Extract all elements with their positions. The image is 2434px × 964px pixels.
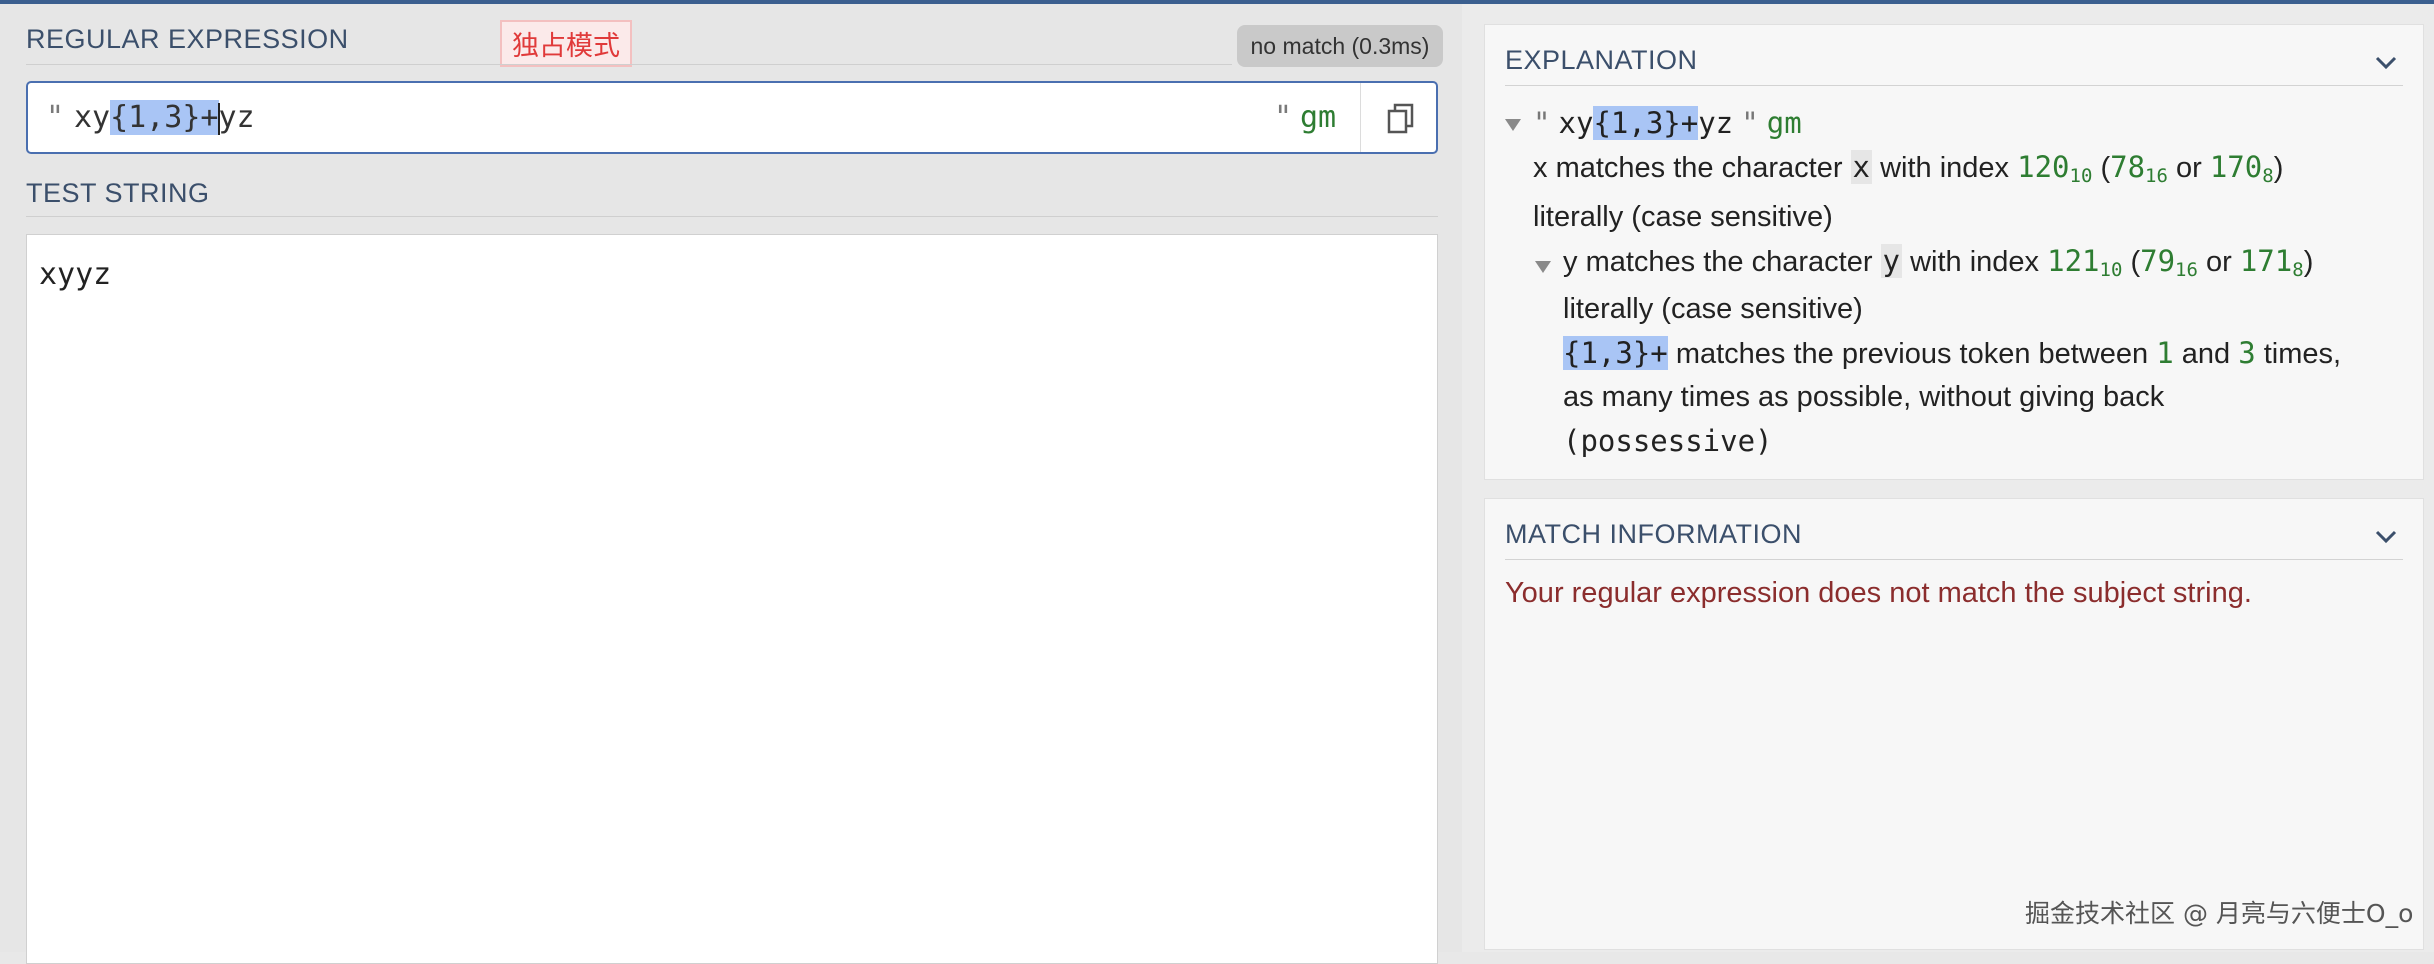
- quantifier-max: 3: [2238, 336, 2256, 370]
- explanation-x-line2: literally (case sensitive): [1533, 201, 1833, 233]
- quantifier-min: 1: [2156, 336, 2174, 370]
- y-text1: matches the character: [1585, 246, 1873, 278]
- explanation-card: EXPLANATION " xy{1,3}+yz " gm x matches …: [1484, 24, 2424, 480]
- y-text2: with index: [1910, 246, 2040, 278]
- quantifier-text2: times,: [2263, 338, 2342, 370]
- y-char: y: [1880, 244, 1903, 278]
- root-flags: gm: [1766, 106, 1802, 140]
- y-dec: 121: [2047, 244, 2100, 278]
- explanation-x-line1: x matches the character x with index 120…: [1533, 150, 2284, 187]
- explanation-y-line1: y matches the character y with index 121…: [1563, 244, 2314, 281]
- copy-button[interactable]: [1384, 101, 1418, 135]
- chevron-down-icon: [2375, 56, 2397, 70]
- x-token: x: [1533, 152, 1548, 184]
- regex-delimiter-close: ": [1274, 100, 1293, 135]
- y-hex: 79: [2140, 244, 2176, 278]
- root-pattern-suffix: yz: [1698, 106, 1734, 140]
- x-char: x: [1850, 150, 1873, 184]
- chevron-down-icon: [2375, 530, 2397, 544]
- y-or: or: [2205, 246, 2232, 278]
- test-string-input[interactable]: xyyz: [26, 234, 1438, 964]
- regex-delimiter-open: ": [46, 100, 65, 135]
- x-text2: with index: [1880, 152, 2010, 184]
- match-status-badge: no match (0.3ms): [1237, 25, 1443, 67]
- match-information-title: MATCH INFORMATION: [1505, 519, 1802, 549]
- triangle-down-icon[interactable]: [1505, 119, 1521, 131]
- match-result-message: Your regular expression does not match t…: [1505, 577, 2252, 609]
- copy-divider: [1360, 83, 1361, 152]
- root-quote-open: ": [1533, 106, 1551, 140]
- explanation-root: " xy{1,3}+yz " gm: [1533, 105, 1802, 142]
- test-string-section-title: TEST STRING: [26, 178, 210, 208]
- match-information-divider: [1505, 559, 2403, 560]
- regex-title-divider: [26, 64, 1232, 65]
- y-token: y: [1563, 246, 1578, 278]
- test-title-divider: [26, 216, 1438, 217]
- quantifier-and: and: [2181, 338, 2231, 370]
- explanation-quantifier-line3: (possessive): [1563, 424, 1773, 458]
- match-information-collapse-button[interactable]: [2373, 523, 2399, 549]
- x-oct-base: 8: [2262, 165, 2274, 187]
- root-quantifier-token: {1,3}+: [1593, 106, 1699, 140]
- x-text1: matches the character: [1555, 152, 1843, 184]
- x-hex: 78: [2110, 150, 2146, 184]
- regex-quantifier-token: {1,3}+: [110, 100, 219, 135]
- y-oct: 171: [2239, 244, 2293, 278]
- copy-icon: [1387, 103, 1414, 134]
- root-quote-close: ": [1741, 106, 1759, 140]
- y-hex-base: 16: [2175, 259, 2198, 281]
- x-hex-base: 16: [2145, 165, 2168, 187]
- explanation-y-line2: literally (case sensitive): [1563, 293, 1863, 325]
- root-pattern-prefix: xy: [1558, 106, 1594, 140]
- x-oct: 170: [2209, 150, 2263, 184]
- y-dec-base: 10: [2099, 259, 2123, 281]
- editor-pane: REGULAR EXPRESSION 独占模式 no match (0.3ms)…: [0, 4, 1462, 964]
- x-dec: 120: [2017, 150, 2070, 184]
- regex-section-title: REGULAR EXPRESSION: [26, 24, 349, 54]
- test-string-text: xyyz: [39, 257, 112, 292]
- watermark: 掘金技术社区 @ 月亮与六便士O_o: [2025, 899, 2414, 928]
- x-dec-base: 10: [2069, 165, 2093, 187]
- x-or: or: [2175, 152, 2202, 184]
- regex-pattern[interactable]: xy{1,3}+yz: [74, 100, 255, 135]
- explanation-quantifier-line1: {1,3}+ matches the previous token betwee…: [1563, 335, 2341, 372]
- regex-flags-button[interactable]: gm: [1300, 100, 1336, 135]
- triangle-down-icon[interactable]: [1535, 261, 1551, 273]
- regex-pattern-suffix: yz: [218, 100, 255, 135]
- regex-input[interactable]: " xy{1,3}+yz " gm: [26, 81, 1438, 154]
- match-information-card: MATCH INFORMATION Your regular expressio…: [1484, 498, 2424, 950]
- quantifier-token: {1,3}+: [1563, 336, 1668, 370]
- explanation-collapse-button[interactable]: [2373, 49, 2399, 75]
- possessive-annotation: 独占模式: [500, 20, 632, 67]
- explanation-quantifier-line2: as many times as possible, without givin…: [1563, 381, 2165, 413]
- info-pane: EXPLANATION " xy{1,3}+yz " gm x matches …: [1462, 4, 2434, 952]
- quantifier-text1: matches the previous token between: [1675, 338, 2149, 370]
- explanation-divider: [1505, 85, 2403, 86]
- regex-pattern-prefix: xy: [74, 100, 111, 135]
- y-oct-base: 8: [2292, 259, 2304, 281]
- explanation-title: EXPLANATION: [1505, 45, 1698, 75]
